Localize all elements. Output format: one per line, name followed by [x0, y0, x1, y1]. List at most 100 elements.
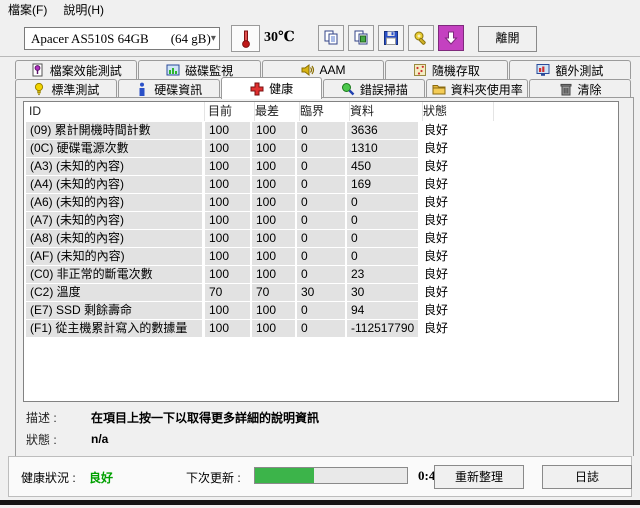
footer-status-bar: 健康狀況 : 良好 下次更新 : 0:44 重新整理 日誌	[8, 456, 632, 497]
cell-worst: 100	[252, 248, 295, 265]
folder-icon	[432, 82, 446, 96]
cell-id: (A4) (未知的內容)	[26, 176, 202, 193]
cell-current: 100	[205, 302, 250, 319]
cell-worst: 100	[252, 194, 295, 211]
download-arrow-icon	[442, 29, 460, 47]
tab-erase[interactable]: 清除	[529, 79, 631, 98]
cell-status: 良好	[420, 122, 492, 139]
table-row[interactable]: (A6) (未知的內容)10010000良好	[24, 194, 618, 212]
random-access-icon	[413, 63, 427, 77]
table-row[interactable]: (C0) 非正常的斷電次數100100023良好	[24, 266, 618, 284]
table-row[interactable]: (E7) SSD 剩餘壽命100100094良好	[24, 302, 618, 320]
cell-threshold: 0	[297, 248, 345, 265]
column-header-status[interactable]: 狀態	[419, 102, 494, 121]
table-row[interactable]: (09) 累計開機時間計數10010003636良好	[24, 122, 618, 140]
cell-threshold: 0	[297, 212, 345, 229]
window-bottom-edge	[0, 500, 640, 505]
status-label: 狀態 :	[26, 431, 91, 448]
health-status-label: 健康狀況 :	[21, 469, 76, 486]
cell-id: (E7) SSD 剩餘壽命	[26, 302, 202, 319]
thermometer-icon	[239, 30, 253, 48]
cell-data: 0	[347, 248, 418, 265]
log-button[interactable]: 日誌	[542, 465, 632, 489]
column-header-id[interactable]: ID	[25, 102, 205, 121]
cell-worst: 100	[252, 230, 295, 247]
column-header-worst[interactable]: 最差	[251, 102, 300, 121]
cell-status: 良好	[420, 176, 492, 193]
menu-help[interactable]: 說明(H)	[55, 0, 112, 20]
copy-image-icon	[352, 29, 370, 47]
cell-id: (AF) (未知的內容)	[26, 248, 202, 265]
copy-image-button[interactable]	[348, 25, 374, 51]
column-header-current[interactable]: 目前	[204, 102, 255, 121]
column-header-data[interactable]: 資料	[346, 102, 423, 121]
cell-id: (0C) 硬碟電源次數	[26, 140, 202, 157]
cell-status: 良好	[420, 158, 492, 175]
temperature-button[interactable]	[231, 25, 260, 52]
cell-worst: 100	[252, 122, 295, 139]
cell-threshold: 0	[297, 230, 345, 247]
health-status-value: 良好	[89, 469, 113, 486]
tab-folder-usage[interactable]: 資料夾使用率	[426, 79, 528, 98]
copy-button[interactable]	[318, 25, 344, 51]
table-row[interactable]: (A8) (未知的內容)10010000良好	[24, 230, 618, 248]
info-icon	[135, 82, 149, 96]
exit-button[interactable]: 離開	[478, 26, 537, 52]
cell-data: 0	[347, 194, 418, 211]
cell-status: 良好	[420, 302, 492, 319]
tab-error-scan[interactable]: 錯誤掃描	[323, 79, 425, 98]
table-row[interactable]: (A3) (未知的內容)1001000450良好	[24, 158, 618, 176]
cell-worst: 100	[252, 158, 295, 175]
cell-worst: 100	[252, 212, 295, 229]
cell-threshold: 0	[297, 194, 345, 211]
trash-icon	[559, 82, 573, 96]
tab-label: 硬碟資訊	[154, 81, 202, 98]
refresh-button[interactable]: 重新整理	[434, 465, 524, 489]
table-row[interactable]: (AF) (未知的內容)10010000良好	[24, 248, 618, 266]
cell-data: 30	[347, 284, 418, 301]
cell-id: (C2) 溫度	[26, 284, 202, 301]
table-row[interactable]: (A7) (未知的內容)10010000良好	[24, 212, 618, 230]
menu-file[interactable]: 檔案(F)	[0, 0, 55, 20]
column-header-threshold[interactable]: 臨界	[296, 102, 350, 121]
cell-worst: 100	[252, 302, 295, 319]
drive-select-dropdown[interactable]: Apacer AS510S 64GB (64 gB) ▾	[24, 27, 220, 50]
menu-bar: 檔案(F) 說明(H)	[0, 0, 640, 19]
cell-current: 100	[205, 176, 250, 193]
save-button[interactable]	[378, 25, 404, 51]
tab-label: 磁碟監視	[185, 62, 233, 79]
table-row[interactable]: (0C) 硬碟電源次數10010001310良好	[24, 140, 618, 158]
cell-status: 良好	[420, 284, 492, 301]
benchmark-bulb-icon	[32, 82, 46, 96]
cell-data: 23	[347, 266, 418, 283]
tab-extra-tests[interactable]: 額外測試	[509, 60, 631, 79]
cell-current: 70	[205, 284, 250, 301]
cell-threshold: 0	[297, 158, 345, 175]
cell-threshold: 0	[297, 140, 345, 157]
health-cross-icon	[250, 82, 264, 96]
cell-worst: 100	[252, 176, 295, 193]
tab-random-access[interactable]: 隨機存取	[385, 60, 507, 79]
cell-status: 良好	[420, 230, 492, 247]
table-row[interactable]: (F1) 從主機累計寫入的數據量1001000-112517790良好	[24, 320, 618, 338]
cell-threshold: 0	[297, 302, 345, 319]
table-row[interactable]: (C2) 溫度70703030良好	[24, 284, 618, 302]
cell-status: 良好	[420, 266, 492, 283]
tab-label: 清除	[578, 81, 602, 98]
tab-label: 資料夾使用率	[451, 81, 523, 98]
next-update-progress	[254, 467, 408, 484]
tab-disk-info[interactable]: 硬碟資訊	[118, 79, 220, 98]
description-label: 描述 :	[26, 409, 91, 426]
tab-health[interactable]: 健康	[221, 77, 323, 99]
cell-id: (A3) (未知的內容)	[26, 158, 202, 175]
tab-standard-test[interactable]: 標準測試	[15, 79, 117, 98]
cell-data: 3636	[347, 122, 418, 139]
tab-file-benchmark[interactable]: 檔案效能測試	[15, 60, 137, 79]
table-row[interactable]: (A4) (未知的內容)1001000169良好	[24, 176, 618, 194]
options-button[interactable]	[408, 25, 434, 51]
cell-id: (A8) (未知的內容)	[26, 230, 202, 247]
cell-id: (09) 累計開機時間計數	[26, 122, 202, 139]
download-button[interactable]	[438, 25, 464, 51]
drive-size: (64 gB)	[171, 31, 211, 47]
cell-data: 94	[347, 302, 418, 319]
